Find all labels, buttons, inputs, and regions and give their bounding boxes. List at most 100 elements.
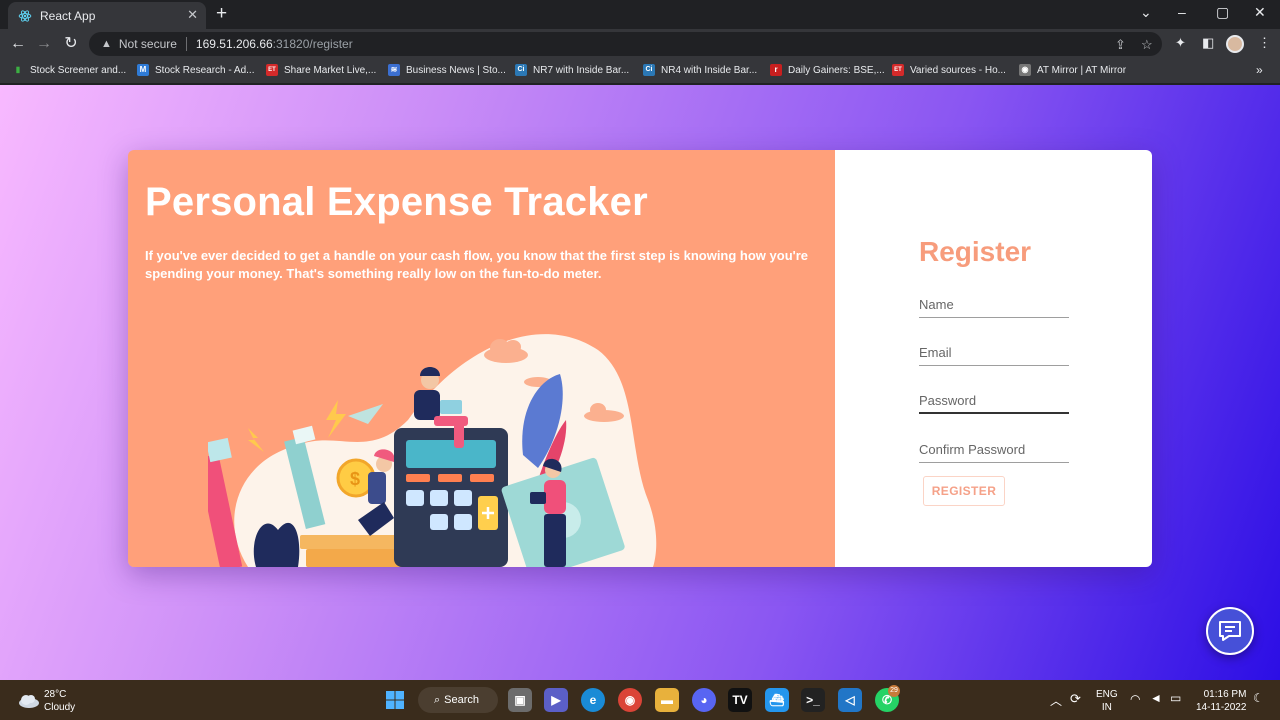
bookmark-item[interactable]: M Stock Research - Ad... [137,64,255,76]
clock[interactable]: 01:16 PM 14-11-2022 [1196,688,1246,714]
register-button[interactable]: REGISTER [923,476,1005,506]
hero-title: Personal Expense Tracker [145,180,648,224]
address-bar[interactable]: ▲ Not secure 169.51.206.66:31820/registe… [89,32,1162,56]
window-close-button[interactable]: ✕ [1254,4,1266,21]
browser-tab-bar: React App ✕ + ⌄ – ▢ ✕ [0,0,1280,29]
bookmark-label: Business News | Sto... [406,64,506,76]
wifi-icon[interactable]: ◠ [1130,692,1140,706]
bookmark-item[interactable]: Ci NR7 with Inside Bar... [515,64,629,76]
tab-react-app[interactable]: React App ✕ [8,2,206,29]
bookmark-label: NR4 with Inside Bar... [661,64,758,76]
clock-time: 01:16 PM [1203,689,1247,700]
svg-text:$: $ [350,469,360,489]
notifications-moon-icon[interactable]: ☾ [1253,691,1264,705]
bookmark-star-icon[interactable]: ☆ [1141,37,1153,53]
bookmark-label: NR7 with Inside Bar... [533,64,630,76]
finance-illustration: $ [208,334,657,567]
email-field [919,340,1069,366]
bookmark-item[interactable]: ET Share Market Live,... [266,64,376,76]
chat-button[interactable] [1206,607,1254,655]
bookmarks-bar: ▮ Stock Screener and... M Stock Research… [0,59,1280,84]
bookmark-item[interactable]: ▮ Stock Screener and... [12,64,126,76]
register-heading: Register [919,236,1032,267]
search-icon: ⌕ [434,693,441,706]
chrome-icon[interactable]: ◉ [618,688,642,712]
email-input[interactable] [919,340,1069,365]
bookmark-item[interactable]: ≋ Business News | Sto... [388,64,506,76]
language-code: ENG [1096,689,1118,700]
tray-chevron-icon[interactable]: ︿ [1050,692,1062,709]
et-logo-icon: ET [266,64,278,76]
teams-chat-icon[interactable]: ▶ [544,688,568,712]
vscode-icon[interactable]: ◁ [838,688,862,712]
name-field [919,292,1069,318]
bookmark-label: Stock Research - Ad... [155,64,255,76]
bookmark-label: Share Market Live,... [284,64,377,76]
battery-icon[interactable]: ▭ [1170,691,1181,705]
tab-title: React App [40,8,96,23]
weather-condition: Cloudy [44,702,76,713]
chart-bars-icon: ▮ [15,65,21,74]
search-label: Search [444,694,480,706]
news-icon: ≋ [388,64,400,76]
bookmark-item[interactable]: ◉ AT Mirror | AT Mirror [1019,64,1126,76]
docker-icon[interactable]: ⛴ [765,688,789,712]
browser-toolbar: ← → ↻ ▲ Not secure 169.51.206.66:31820/r… [0,29,1280,59]
m-logo-icon: M [137,64,149,76]
bookmark-label: Stock Screener and... [30,64,127,76]
warning-icon[interactable]: ▲ [101,38,112,50]
profile-avatar[interactable] [1226,35,1244,53]
bookmark-item[interactable]: ET Varied sources - Ho... [892,64,1006,76]
confirm-password-input[interactable] [919,437,1069,462]
maximize-button[interactable]: ▢ [1216,4,1229,21]
taskbar-search[interactable]: ⌕ Search [418,687,498,713]
discord-icon[interactable]: ◕ [692,688,716,712]
mirror-icon: ◉ [1019,64,1031,76]
terminal-icon[interactable]: >_ [801,688,825,712]
url-host[interactable]: 169.51.206.66 [196,37,273,51]
hero-panel: Personal Expense Tracker If you've ever … [128,150,835,567]
tab-search-chevron-icon[interactable]: ⌄ [1140,4,1152,21]
url-path[interactable]: :31820/register [273,37,353,51]
forward-button[interactable]: → [34,34,54,54]
ci-logo-icon: Ci [515,64,527,76]
bookmark-item[interactable]: Ci NR4 with Inside Bar... [643,64,757,76]
register-panel: Register REGISTER [835,150,1152,567]
menu-kebab-icon[interactable]: ⋮ [1258,35,1271,51]
bookmarks-overflow-icon[interactable]: » [1256,63,1263,77]
bookmark-label: AT Mirror | AT Mirror [1037,64,1127,76]
share-icon[interactable]: ⇪ [1115,37,1126,53]
new-tab-button[interactable]: + [216,4,227,24]
tradingview-icon[interactable]: TV [728,688,752,712]
password-field [919,388,1069,414]
side-panel-icon[interactable]: ◧ [1202,35,1214,51]
separator [185,37,187,51]
weather-widget[interactable]: 28°C Cloudy [16,688,75,714]
sync-icon[interactable]: ⟳ [1070,691,1081,707]
security-status[interactable]: Not secure [119,37,177,51]
windows-start-icon[interactable] [383,688,407,712]
et-logo-icon: ET [892,64,904,76]
task-view-icon[interactable]: ▣ [508,688,532,712]
temperature: 28°C [44,689,67,700]
bookmark-item[interactable]: r Daily Gainers: BSE,... [770,64,885,76]
region-code: IN [1101,702,1112,713]
close-icon[interactable]: ✕ [187,7,198,23]
file-explorer-icon[interactable]: ▬ [655,688,679,712]
reload-button[interactable]: ↻ [61,34,81,54]
notification-badge: 29 [888,685,900,697]
edge-icon[interactable]: e [581,688,605,712]
language-indicator[interactable]: ENG IN [1096,688,1118,714]
back-button[interactable]: ← [8,34,28,54]
minimize-button[interactable]: – [1178,4,1186,20]
chat-icon [1219,621,1241,641]
react-icon [18,9,32,22]
confirm-password-field [919,437,1069,463]
name-input[interactable] [919,292,1069,317]
extensions-icon[interactable]: ✦ [1175,35,1186,51]
bookmark-label: Varied sources - Ho... [910,64,1006,76]
password-input[interactable] [919,388,1069,412]
volume-icon[interactable]: ◄ [1150,691,1162,705]
ci-logo-icon: Ci [643,64,655,76]
hero-subtitle: If you've ever decided to get a handle o… [145,248,809,281]
